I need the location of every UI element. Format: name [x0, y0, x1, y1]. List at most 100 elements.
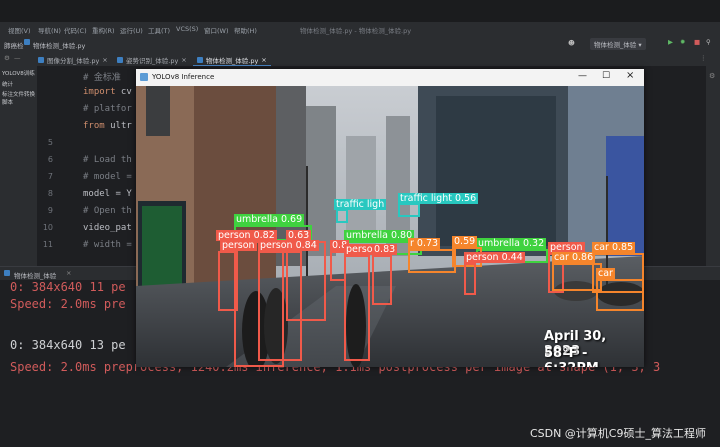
- user-icon[interactable]: ☻: [568, 39, 575, 47]
- code-line: model = Y: [83, 189, 132, 199]
- menu-vcs[interactable]: VCS(S): [176, 25, 198, 33]
- tab-pose-estimation[interactable]: 姿势识别_体验.py ×: [113, 54, 191, 65]
- detection-label: 0.83: [372, 244, 398, 255]
- minimize-icon[interactable]: —: [578, 71, 587, 81]
- menu-help[interactable]: 帮助(H): [234, 25, 257, 35]
- inference-window[interactable]: YOLOv8 Inference — ☐ × April 30, 2023 58…: [136, 69, 644, 367]
- detection-box: [596, 279, 644, 311]
- run-config-label: 物体检测_体验: [594, 41, 637, 49]
- search-icon[interactable]: ⚲: [706, 38, 711, 46]
- detection-box: [344, 255, 370, 361]
- run-config-select[interactable]: 物体检测_体验 ▾: [590, 38, 646, 50]
- detection-label: car: [596, 268, 615, 279]
- menu-code[interactable]: 代码(C): [64, 25, 87, 35]
- console-line: 0: 384x640 13 pe: [10, 338, 126, 352]
- timestamp-weather: 58°F - 6:32PM: [544, 346, 599, 367]
- sidebar-item-convert-script[interactable]: 标注文件转换脚本: [2, 90, 37, 106]
- detection-box: [398, 203, 420, 217]
- console-line: 0: 384x640 11 pe: [10, 280, 126, 294]
- tab-image-segmentation[interactable]: 图像分割_体验.py ×: [34, 54, 112, 65]
- project-sidebar: YOLOV8训练 统计 标注文件转换脚本: [0, 66, 37, 266]
- line-gutter: 5 6 7 8 9 10 11: [37, 66, 75, 266]
- os-title-strip: [0, 0, 720, 22]
- settings-icon[interactable]: ⚙: [4, 54, 10, 62]
- menu-navigate[interactable]: 导航(N): [38, 25, 61, 35]
- inference-window-title: YOLOv8 Inference: [152, 73, 215, 81]
- code-line: # width =: [83, 240, 132, 250]
- line-number: 5: [47, 138, 53, 147]
- minimize-panel-icon[interactable]: —: [14, 54, 21, 62]
- menu-run[interactable]: 运行(U): [120, 25, 143, 35]
- breadcrumb: 肺癌检 物体检测_体验.py ☻ 物体检测_体验 ▾ ▶ ✹ ■ ⚲: [0, 36, 720, 53]
- tab-label: 物体检测_体验.py: [206, 56, 259, 65]
- code-line: import cv: [83, 87, 132, 97]
- app-icon: [140, 73, 148, 81]
- detection-label: traffic ligh: [334, 199, 387, 210]
- tab-label: 图像分割_体验.py: [47, 56, 100, 65]
- inference-window-titlebar[interactable]: YOLOv8 Inference — ☐ ×: [136, 69, 644, 86]
- line-number: 6: [47, 155, 53, 164]
- detection-box: [372, 255, 392, 305]
- run-tab[interactable]: 物体检测_体验: [14, 270, 56, 280]
- detection-label: car 0.86: [552, 252, 596, 263]
- detection-box: [552, 263, 602, 291]
- breadcrumb-file[interactable]: 物体检测_体验.py: [33, 40, 85, 50]
- code-line: from ultr: [83, 121, 132, 131]
- line-number: 7: [47, 172, 53, 181]
- detection-box: [336, 209, 348, 223]
- close-icon[interactable]: ×: [66, 269, 71, 277]
- detection-label: person 0.44: [464, 252, 525, 263]
- detection-label: person 0.84: [258, 240, 319, 251]
- python-file-icon: [117, 56, 123, 63]
- detection-label: 0.59: [452, 236, 478, 247]
- line-number: 8: [47, 189, 53, 198]
- close-icon[interactable]: ×: [261, 56, 266, 64]
- more-icon[interactable]: ⋮: [700, 54, 707, 62]
- code-line: # Open th: [83, 206, 132, 216]
- python-file-icon: [24, 39, 30, 47]
- line-number: 10: [42, 223, 53, 232]
- close-icon[interactable]: ×: [626, 70, 634, 81]
- detection-label: umbrella 0.80: [344, 230, 415, 241]
- python-file-icon: [4, 270, 10, 278]
- video-frame: April 30, 2023 58°F - 6:32PM: [136, 86, 644, 367]
- detection-label: person: [220, 240, 257, 251]
- menu-tools[interactable]: 工具(T): [148, 25, 170, 35]
- window-title: 物体检测_体验.py - 物体检测_体验.py: [300, 27, 412, 35]
- detection-label: traffic light 0.56: [398, 193, 479, 204]
- line-number: 11: [42, 240, 53, 249]
- run-icon[interactable]: ▶: [668, 38, 673, 46]
- detection-box: [258, 251, 302, 361]
- code-line: # Load th: [83, 155, 132, 165]
- watermark: CSDN @计算机C9硕士_算法工程师: [529, 427, 706, 440]
- right-tool-strip: ⚙: [706, 66, 720, 266]
- notifications-icon[interactable]: ⚙: [709, 72, 715, 80]
- detection-box: [464, 263, 476, 295]
- sidebar-item-project[interactable]: YOLOV8训练: [2, 69, 35, 77]
- code-line: # model =: [83, 172, 132, 182]
- tab-label: 姿势识别_体验.py: [126, 56, 179, 65]
- editor-tabs: ⚙ — 图像分割_体验.py × 姿势识别_体验.py × 物体检测_体验.py × …: [0, 52, 720, 67]
- code-line: # platfor: [83, 104, 132, 114]
- close-icon[interactable]: ×: [102, 56, 107, 64]
- menu-view[interactable]: 视图(V): [8, 25, 31, 35]
- detection-label: r 0.73: [408, 238, 441, 249]
- detection-label: umbrella 0.69: [234, 214, 305, 225]
- python-file-icon: [197, 56, 203, 63]
- street-scene: [136, 86, 644, 367]
- close-icon[interactable]: ×: [181, 56, 186, 64]
- detection-box: [218, 251, 238, 311]
- python-file-icon: [38, 56, 44, 63]
- breadcrumb-root[interactable]: 肺癌检: [4, 40, 24, 50]
- line-number: 9: [47, 206, 53, 215]
- menu-refactor[interactable]: 重构(R): [92, 25, 115, 35]
- menu-window[interactable]: 窗口(W): [204, 25, 229, 35]
- detection-box: [408, 249, 456, 273]
- detection-label: car 0.85: [592, 242, 636, 253]
- debug-icon[interactable]: ✹: [680, 38, 685, 46]
- sidebar-item-stats[interactable]: 统计: [2, 80, 13, 88]
- maximize-icon[interactable]: ☐: [602, 71, 610, 81]
- stop-icon[interactable]: ■: [694, 38, 700, 46]
- code-line: # 金标准: [83, 73, 121, 83]
- detection-label: umbrella 0.32: [476, 238, 547, 249]
